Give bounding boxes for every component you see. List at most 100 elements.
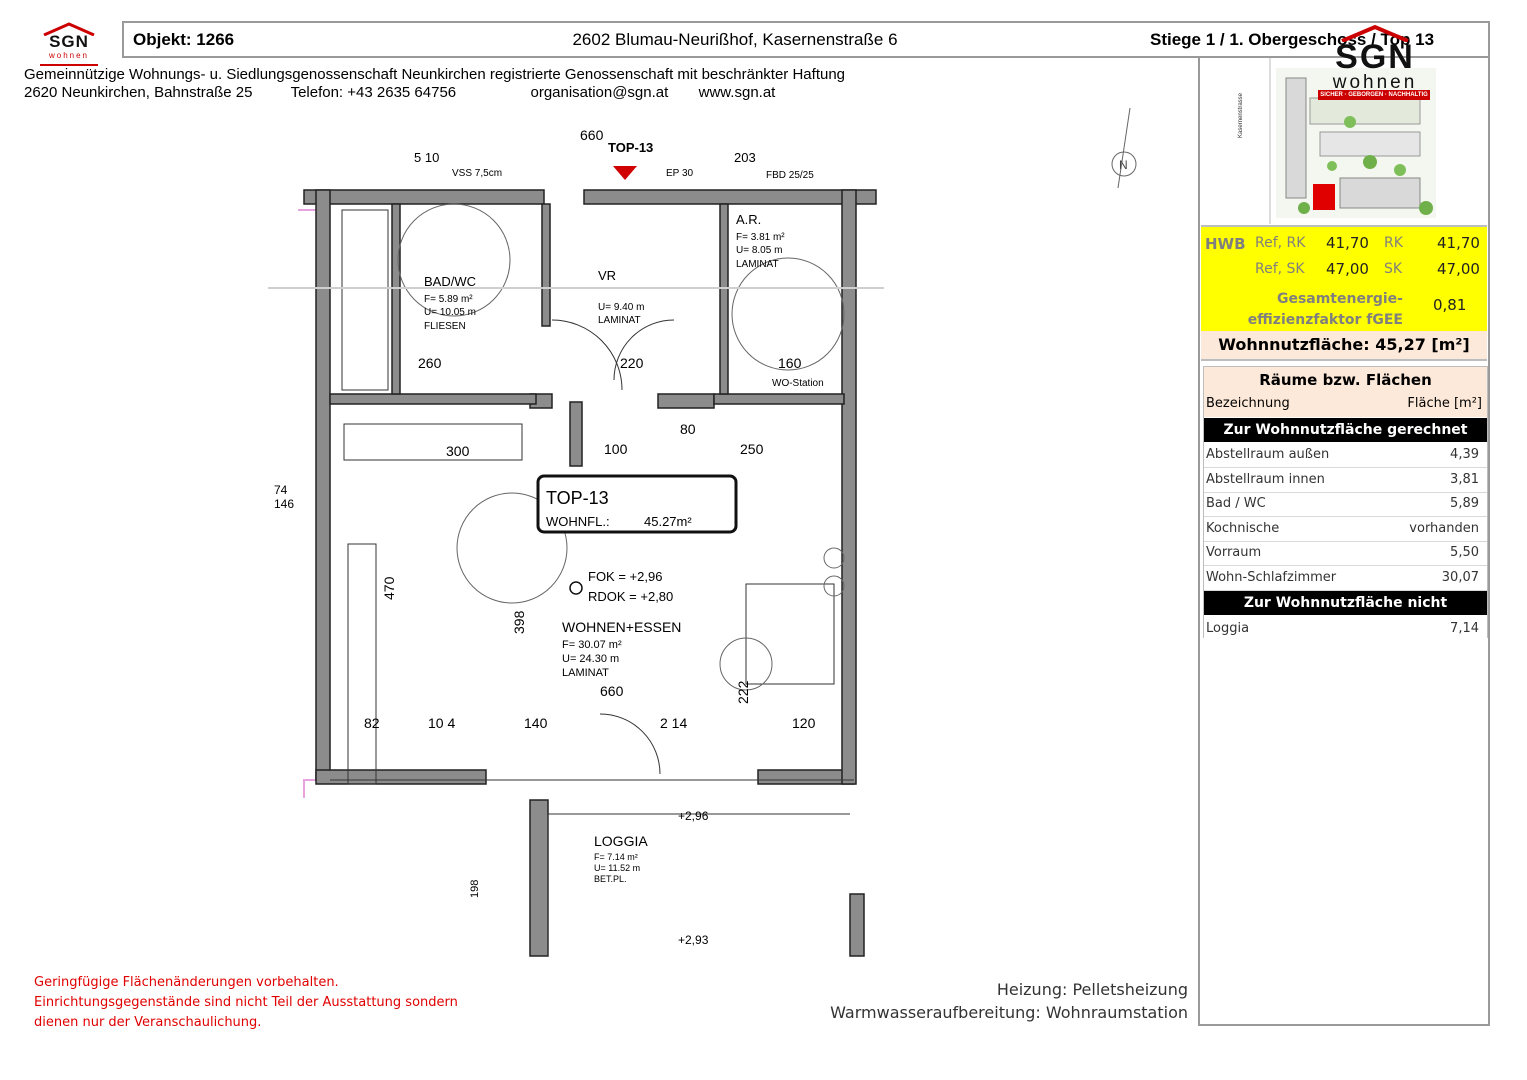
table-row: Abstellraum außen 4,39 [1204, 443, 1487, 468]
dimension-label: 100 [604, 441, 628, 457]
room-name: Wohn-Schlafzimmer [1206, 570, 1337, 585]
room-area: 5,89 [1450, 496, 1479, 511]
dimension-label: 260 [418, 355, 442, 371]
level-marker: +2,96 [678, 809, 709, 823]
ref-rk-value: 41,70 [1326, 234, 1369, 252]
dimension-label: 160 [778, 355, 802, 371]
room-perimeter: U= 24.30 m [562, 653, 619, 665]
dimension-label: 222 [735, 680, 751, 704]
column-name-header: Bezeichnung [1206, 396, 1290, 411]
table-row: Loggia 7,14 [1204, 617, 1487, 641]
table-row: Kochnische vorhanden [1204, 517, 1487, 542]
room-perimeter: U= 9.40 m [598, 302, 644, 313]
floor-plan: TOP-13 VSS 7,5cm EP 30 FBD 25/25 660 5 1… [268, 127, 884, 957]
dimension-label: 80 [680, 421, 696, 437]
dimension-label: 140 [524, 715, 548, 731]
room-floor: LAMINAT [598, 315, 641, 326]
company-web: www.sgn.at [698, 84, 776, 101]
room-name: BAD/WC [424, 274, 476, 289]
level-rdok: RDOK = +2,80 [588, 589, 673, 604]
dimension-label: 220 [620, 355, 644, 371]
rooms-title: Räume bzw. Flächen [1259, 371, 1432, 389]
room-perimeter: U= 11.52 m [594, 863, 640, 873]
room-area: 5,50 [1450, 545, 1479, 560]
room-area: F= 5.89 m² [424, 294, 473, 305]
room-floor: FLIESEN [424, 321, 466, 332]
street-label: Kasernenstrasse [1238, 92, 1244, 138]
room-floor: LAMINAT [736, 259, 779, 270]
fgee-label-line2: effizienzfaktor fGEE [1247, 312, 1403, 328]
company-contact: 2620 Neunkirchen, Bahnstraße 25 Telefon:… [24, 84, 775, 101]
room-name: Vorraum [1206, 545, 1262, 560]
sk-value: 47,00 [1437, 260, 1480, 278]
apartment-title: TOP-13 [546, 488, 609, 508]
room-perimeter: U= 8.05 m [736, 245, 782, 256]
company-phone: Telefon: +43 2635 64756 [290, 84, 457, 101]
sgn-logo-large: SGN wohnen SICHER · GEBORGEN · NACHHALTI… [1300, 24, 1450, 100]
dimension-label: 2 14 [660, 715, 687, 731]
room-area: F= 30.07 m² [562, 639, 622, 651]
station-label: WO-Station [772, 378, 824, 389]
apartment-area-value: 45.27m² [644, 514, 692, 529]
hot-water-type: Warmwasseraufbereitung: Wohnraumstation [830, 1003, 1188, 1022]
heating-info: Heizung: Pelletsheizung Warmwasseraufber… [800, 978, 1188, 1024]
room-floor: BET.PL. [594, 874, 627, 884]
fbd-label: FBD 25/25 [766, 170, 814, 181]
excluded-section-header: Zur Wohnnutzfläche nicht gerechnet [1204, 591, 1487, 635]
disclaimer-line: Geringfügige Flächenänderungen vorbehalt… [34, 975, 339, 990]
dimension-label: 198 [469, 880, 481, 898]
dimension-label: 146 [274, 497, 294, 511]
table-row: Abstellraum innen 3,81 [1204, 468, 1487, 493]
table-row: Vorraum 5,50 [1204, 541, 1487, 566]
room-floor: LAMINAT [562, 667, 609, 679]
vss-label: VSS 7,5cm [452, 168, 502, 179]
room-perimeter: U= 10.05 m [424, 307, 476, 318]
room-name: Kochnische [1206, 521, 1280, 536]
room-area: F= 3.81 m² [736, 232, 785, 243]
rk-value: 41,70 [1437, 234, 1480, 252]
disclaimer-line: dienen nur der Veranschaulichung. [34, 1015, 262, 1030]
dimension-label: 120 [792, 715, 816, 731]
dimension-label: 5 10 [414, 150, 439, 165]
room-area: 7,14 [1450, 621, 1479, 636]
logo-subtext: wohnen [48, 51, 90, 60]
room-name: Abstellraum außen [1206, 447, 1330, 462]
dimension-label: 203 [734, 150, 756, 165]
logo-tagline: SICHER · GEBORGEN · NACHHALTIG [1318, 90, 1430, 100]
north-arrow-icon: N [1111, 107, 1137, 189]
company-name: Gemeinnützige Wohnungs- u. Siedlungsgeno… [24, 66, 846, 83]
fgee-label-line1: Gesamtenergie- [1276, 291, 1403, 307]
object-address: 2602 Blumau-Neurißhof, Kasernenstraße 6 [572, 30, 898, 49]
company-street: 2620 Neunkirchen, Bahnstraße 25 [24, 84, 253, 101]
top-label: TOP-13 [608, 140, 653, 155]
room-name: Bad / WC [1206, 496, 1266, 511]
apartment-area-label: WOHNFL.: [546, 514, 610, 529]
rk-label: RK [1384, 235, 1403, 251]
dimension-label: 660 [600, 683, 624, 699]
dimension-label: 300 [446, 443, 470, 459]
dimension-label: 74 [274, 483, 288, 497]
dimension-label: 398 [511, 610, 527, 634]
table-row: Bad / WC 5,89 [1204, 492, 1487, 517]
fgee-value: 0,81 [1433, 296, 1467, 314]
company-email: organisation@sgn.at [530, 84, 669, 101]
room-name: LOGGIA [594, 833, 648, 849]
room-name: VR [598, 268, 616, 283]
room-name: WOHNEN+ESSEN [562, 619, 681, 635]
ep-label: EP 30 [666, 168, 693, 179]
disclaimer-note: Geringfügige Flächenänderungen vorbehalt… [34, 973, 458, 1033]
living-area-total: Wohnnutzfläche: 45,27 [m²] [1218, 335, 1470, 354]
room-name: Loggia [1206, 621, 1250, 636]
column-area-header: Fläche [m²] [1407, 396, 1482, 411]
dimension-label: 82 [364, 715, 380, 731]
ref-rk-label: Ref, RK [1255, 235, 1306, 251]
ref-sk-value: 47,00 [1326, 260, 1369, 278]
hwb-label: HWB [1205, 235, 1246, 253]
svg-text:N: N [1119, 158, 1128, 172]
dimension-label: 470 [381, 576, 397, 600]
dimension-label: 660 [580, 127, 604, 143]
room-area: 30,07 [1441, 570, 1479, 585]
included-section-header: Zur Wohnnutzfläche gerechnet [1204, 418, 1487, 442]
room-name: Abstellraum innen [1206, 472, 1325, 487]
room-area: 3,81 [1450, 472, 1479, 487]
